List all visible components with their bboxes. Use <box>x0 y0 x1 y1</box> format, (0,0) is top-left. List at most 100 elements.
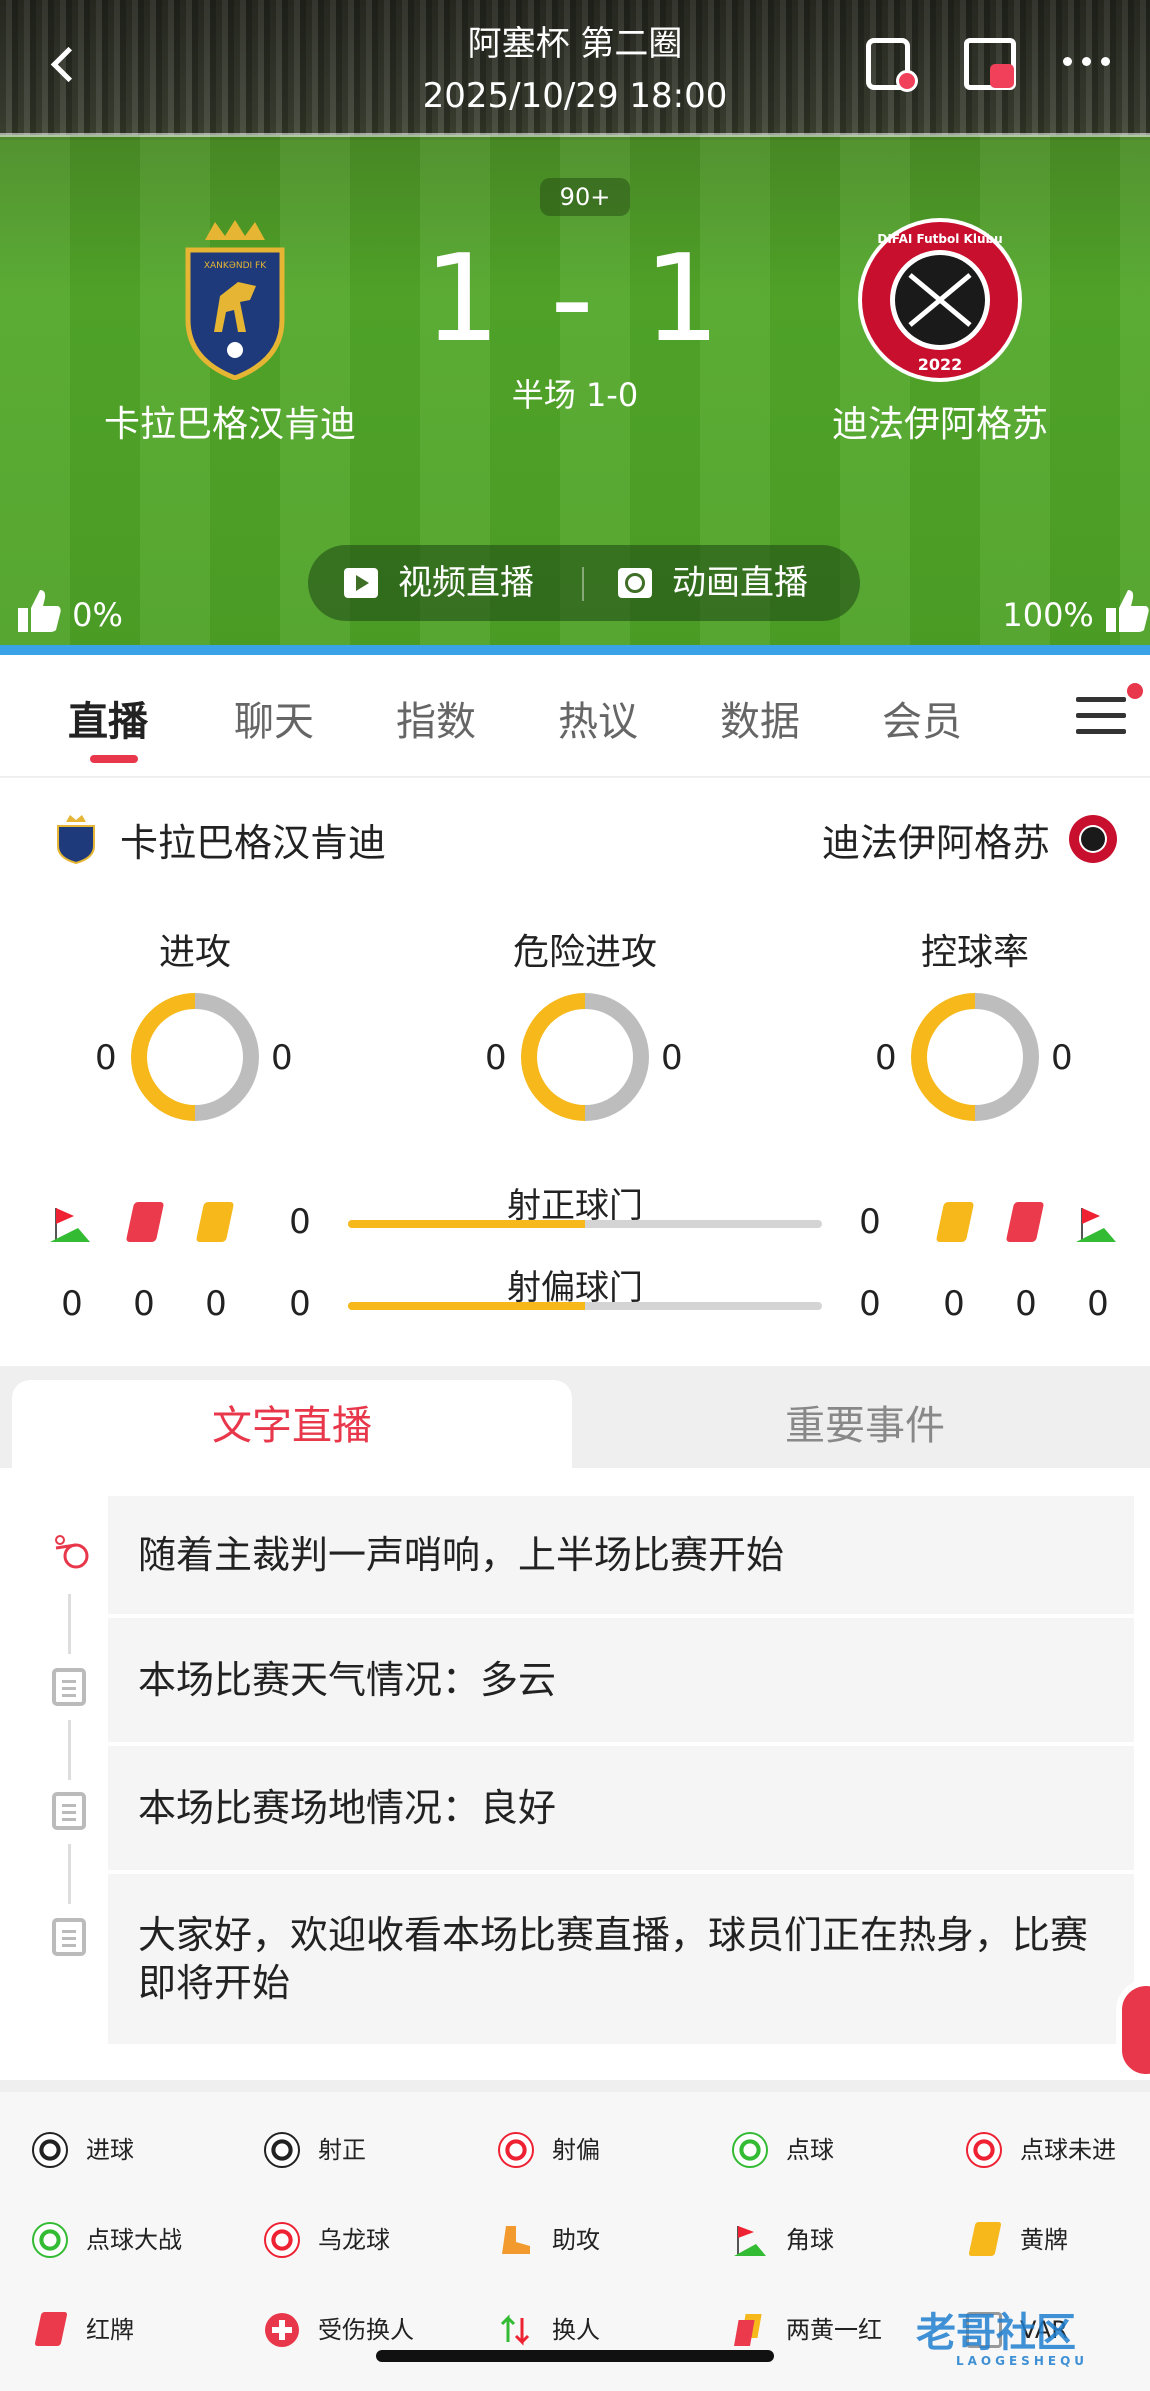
legend-label: 受伤换人 <box>318 2316 414 2344</box>
legend-label: 助攻 <box>552 2226 600 2254</box>
thumbs-up-icon <box>18 590 61 632</box>
goal-ball-icon <box>32 2132 68 2168</box>
feed-item: 大家好，欢迎收看本场比赛直播，球员们正在热身，比赛即将开始 <box>108 1874 1134 2044</box>
svg-text:DIFAI Futbol Klubu: DIFAI Futbol Klubu <box>877 232 1002 246</box>
feed-subtabs: 文字直播 重要事件 <box>0 1366 1150 1472</box>
watermark-sub: LAOGESHEQU <box>956 2354 1089 2368</box>
animation-live-button[interactable]: 动画直播 <box>618 545 808 621</box>
hero-bottom-strip <box>0 645 1150 655</box>
floating-side-tab[interactable] <box>1116 1980 1150 2080</box>
dangerous-attack-home: 0 <box>485 1038 507 1078</box>
attack-donut <box>131 993 259 1121</box>
notification-dot <box>1124 680 1146 702</box>
tab-chat[interactable]: 聊天 <box>234 689 314 747</box>
legend-injury-sub: 受伤换人 <box>264 2310 414 2350</box>
whistle-icon <box>55 1535 89 1569</box>
legend-label: 点球大战 <box>86 2226 182 2254</box>
timeline-line <box>68 1844 71 1904</box>
match-stats: 卡拉巴格汉肯迪 迪法伊阿格苏 进攻 0 0 危险进攻 0 0 控球率 0 0 0… <box>0 778 1150 1366</box>
possession-donut <box>911 993 1039 1121</box>
match-minute-badge: 90+ <box>540 178 630 216</box>
home-mini-logo <box>57 815 95 864</box>
away-mini-logo <box>1069 815 1117 863</box>
clipboard-icon <box>52 1668 86 1706</box>
home-vote[interactable]: 0% <box>16 588 123 634</box>
video-live-label: 视频直播 <box>398 563 534 603</box>
dangerous-attack-title: 危险进攻 <box>512 932 657 973</box>
legend-label: 红牌 <box>86 2316 134 2344</box>
shot-on-icon <box>264 2132 300 2168</box>
own-goal-icon <box>264 2222 300 2258</box>
shots-off-bar-fill <box>348 1302 585 1310</box>
legend-shot-on: 射正 <box>264 2130 366 2170</box>
home-vote-pct: 0% <box>72 596 123 634</box>
legend-label: 换人 <box>552 2316 600 2344</box>
shots-off-bar <box>348 1302 822 1310</box>
away-vote-pct: 100% <box>1002 596 1094 634</box>
active-tab-indicator <box>90 755 138 763</box>
watermark-main: 老哥社区 <box>916 2310 1076 2356</box>
legend-penalty-miss: 点球未进 <box>966 2130 1116 2170</box>
thumbs-up-icon <box>1106 590 1149 632</box>
second-yellow-icon <box>734 2314 762 2346</box>
legend-shot-off: 射偏 <box>498 2130 600 2170</box>
clipboard-icon <box>52 1918 86 1956</box>
tab-key-events[interactable]: 重要事件 <box>580 1380 1150 1472</box>
text-live-feed: 随着主裁判一声哨响，上半场比赛开始 本场比赛天气情况：多云 本场比赛场地情况：良… <box>0 1468 1150 2080</box>
red-card-icon <box>34 2312 68 2346</box>
phone-live-icon[interactable] <box>860 34 920 94</box>
tab-discussion[interactable]: 热议 <box>558 689 638 747</box>
tab-odds[interactable]: 指数 <box>396 689 476 747</box>
shootout-icon <box>32 2222 68 2258</box>
shots-on-bar <box>348 1220 822 1228</box>
shots-off-away: 0 <box>859 1284 881 1324</box>
away-red: 0 <box>1015 1284 1037 1324</box>
legend-label: 射正 <box>318 2136 366 2164</box>
penalty-miss-icon <box>966 2132 1002 2168</box>
animation-live-label: 动画直播 <box>672 563 808 603</box>
away-yellow: 0 <box>943 1284 965 1324</box>
tab-text-live[interactable]: 文字直播 <box>12 1380 572 1472</box>
tab-member[interactable]: 会员 <box>882 689 962 747</box>
timeline-line <box>68 1594 71 1654</box>
legend-label: 点球未进 <box>1020 2136 1116 2164</box>
legend-red: 红牌 <box>32 2310 134 2350</box>
home-indicator <box>376 2350 774 2362</box>
play-icon <box>344 568 378 598</box>
corner-flag-icon <box>734 2226 766 2256</box>
feed-item: 本场比赛天气情况：多云 <box>108 1618 1134 1742</box>
tab-live[interactable]: 直播 <box>68 689 148 747</box>
shots-on-bar-fill <box>348 1220 585 1228</box>
more-dots-icon[interactable] <box>1058 48 1118 78</box>
svg-text:2022: 2022 <box>918 355 963 374</box>
attack-away: 0 <box>271 1038 293 1078</box>
substitution-icon <box>500 2314 530 2346</box>
legend-label: 射偏 <box>552 2136 600 2164</box>
legend-label: 角球 <box>786 2226 834 2254</box>
site-watermark: 老哥社区 LAOGESHEQU <box>916 2300 1136 2370</box>
video-live-button[interactable]: 视频直播 <box>344 545 534 621</box>
timeline-line <box>68 1720 71 1780</box>
legend-label: 进球 <box>86 2136 134 2164</box>
away-vote[interactable]: 100% <box>1002 588 1150 634</box>
legend-label: 乌龙球 <box>318 2226 390 2254</box>
clipboard-icon <box>52 1792 86 1830</box>
menu-icon[interactable] <box>1076 697 1126 737</box>
penalty-icon <box>732 2132 768 2168</box>
legend-corner: 角球 <box>732 2220 834 2260</box>
dangerous-attack-donut <box>521 993 649 1121</box>
attack-title: 进攻 <box>158 932 231 973</box>
stats-home-team: 卡拉巴格汉肯迪 <box>120 821 387 865</box>
assist-boot-icon <box>502 2226 530 2254</box>
shot-off-icon <box>498 2132 534 2168</box>
picture-in-picture-icon[interactable] <box>958 34 1018 94</box>
legend-second-yellow: 两黄一红 <box>732 2310 882 2350</box>
legend-shootout: 点球大战 <box>32 2220 182 2260</box>
away-team-logo: DIFAI Futbol Klubu 2022 <box>858 218 1022 382</box>
legend-goal: 进球 <box>32 2130 134 2170</box>
tab-data[interactable]: 数据 <box>720 689 800 747</box>
possession-title: 控球率 <box>920 932 1029 973</box>
pill-divider <box>582 567 584 601</box>
legend-label: 两黄一红 <box>786 2316 882 2344</box>
feed-item: 本场比赛场地情况：良好 <box>108 1746 1134 1870</box>
